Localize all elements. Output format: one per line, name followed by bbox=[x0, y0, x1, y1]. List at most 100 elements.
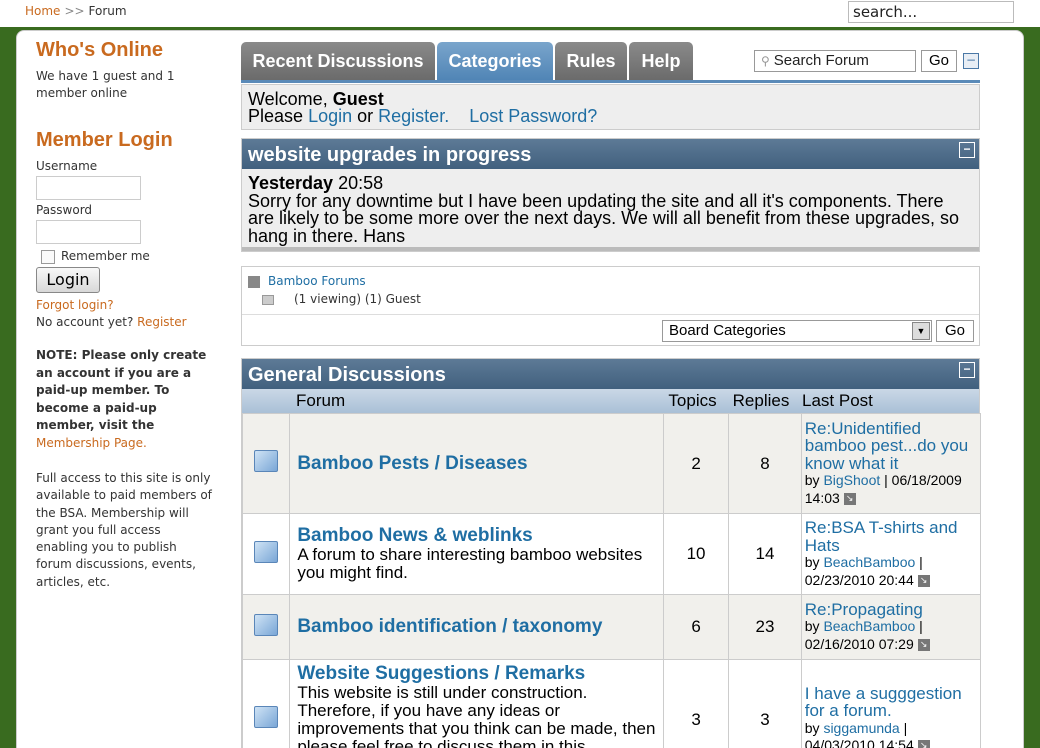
announcement-box: website upgrades in progress − Yesterday… bbox=[241, 138, 980, 252]
breadcrumb-home-link[interactable]: Home bbox=[25, 4, 60, 18]
remember-me-checkbox[interactable] bbox=[41, 249, 55, 264]
forum-table: Bamboo Pests / Diseases 2 8 Re:Unidentif… bbox=[241, 413, 982, 748]
username-field[interactable] bbox=[36, 176, 141, 200]
tab-recent-discussions[interactable]: Recent Discussions bbox=[241, 42, 435, 81]
column-forum: Forum bbox=[296, 391, 346, 410]
membership-page-link[interactable]: Membership Page. bbox=[36, 436, 147, 450]
full-access-text: Full access to this site is only availab… bbox=[36, 471, 212, 589]
goto-post-icon[interactable]: ↘ bbox=[917, 639, 930, 652]
login-button[interactable]: Login bbox=[36, 267, 100, 293]
register-link[interactable]: Register bbox=[137, 315, 186, 329]
register-link-main[interactable]: Register. bbox=[378, 106, 449, 126]
login-link[interactable]: Login bbox=[308, 106, 352, 126]
viewing-info: (1 viewing) (1) Guest bbox=[254, 292, 421, 306]
whos-online-text: We have 1 guest and 1 member online bbox=[36, 69, 175, 100]
topics-count: 6 bbox=[662, 594, 730, 660]
goto-post-icon[interactable]: ↘ bbox=[917, 740, 930, 748]
forum-folder-icon bbox=[254, 706, 279, 728]
viewing-text: (1 viewing) (1) Guest bbox=[294, 292, 421, 306]
last-post-link[interactable]: Re:Unidentified bamboo pest...do you kno… bbox=[805, 419, 969, 473]
tab-underline bbox=[241, 80, 980, 83]
member-login-title: Member Login bbox=[36, 129, 173, 151]
column-replies: Replies bbox=[732, 391, 790, 410]
forum-title-link[interactable]: Website Suggestions / Remarks bbox=[297, 664, 663, 684]
forum-folder-icon bbox=[254, 450, 279, 472]
bamboo-forums-link[interactable]: Bamboo Forums bbox=[268, 274, 366, 288]
table-row: Website Suggestions / Remarks This websit… bbox=[241, 659, 982, 748]
breadcrumb-current: Forum bbox=[88, 4, 127, 18]
announcement-title[interactable]: website upgrades in progress bbox=[248, 144, 531, 166]
last-post-user-link[interactable]: BeachBamboo bbox=[823, 618, 915, 634]
replies-count: 3 bbox=[728, 659, 802, 748]
breadcrumb: Home >> Forum bbox=[25, 4, 127, 18]
password-field[interactable] bbox=[36, 220, 141, 244]
search-icon: ⚲ bbox=[761, 54, 770, 68]
forum-folder-icon bbox=[254, 613, 279, 636]
column-header-row: Forum Topics Replies Last Post bbox=[242, 389, 979, 413]
whos-online-title: Who's Online bbox=[36, 39, 163, 61]
topics-count: 10 bbox=[662, 513, 730, 595]
collapse-icon[interactable]: − bbox=[963, 53, 979, 69]
forum-tabs: Recent Discussions Categories Rules Help… bbox=[241, 42, 980, 83]
general-discussions-box: General Discussions − Forum Topics Repli… bbox=[241, 358, 982, 748]
goto-post-icon[interactable]: ↘ bbox=[917, 574, 930, 587]
forum-title-link[interactable]: Bamboo identification / taxonomy bbox=[297, 617, 663, 637]
forum-description: This website is still under construction… bbox=[297, 683, 656, 748]
breadcrumb-separator: >> bbox=[64, 4, 85, 18]
board-categories-value: Board Categories bbox=[669, 322, 786, 339]
tab-categories[interactable]: Categories bbox=[437, 42, 553, 81]
category-header: General Discussions − bbox=[242, 359, 979, 389]
welcome-box: Welcome, Guest Please Login or Register.… bbox=[241, 84, 980, 130]
forum-folder-icon bbox=[254, 540, 279, 563]
username-label: Username bbox=[36, 159, 98, 173]
forum-description: A forum to share interesting bamboo webs… bbox=[297, 545, 643, 582]
password-label: Password bbox=[36, 203, 93, 217]
replies-count: 23 bbox=[728, 594, 802, 660]
tab-rules[interactable]: Rules bbox=[555, 42, 627, 81]
announcement-day: Yesterday bbox=[248, 173, 334, 193]
no-account-text: No account yet? bbox=[36, 315, 134, 329]
membership-note-text: NOTE: Please only create an account if y… bbox=[36, 348, 207, 432]
goto-post-icon[interactable]: ↘ bbox=[843, 493, 856, 506]
board-categories-select[interactable]: Board Categories ▼ bbox=[662, 320, 932, 342]
forum-title-link[interactable]: Bamboo Pests / Diseases bbox=[297, 453, 663, 474]
forum-icon bbox=[248, 275, 260, 288]
lost-password-link[interactable]: Lost Password? bbox=[469, 106, 597, 126]
collapse-icon[interactable]: − bbox=[959, 142, 975, 158]
board-go-button[interactable]: Go bbox=[936, 320, 974, 342]
last-post-link[interactable]: I have a sugggestion for a forum. bbox=[805, 684, 962, 721]
sidebar: Who's Online We have 1 guest and 1 membe… bbox=[36, 38, 216, 591]
by-label: by bbox=[804, 719, 820, 736]
forum-search-value: Search Forum bbox=[773, 52, 869, 69]
by-label: by bbox=[804, 554, 820, 570]
topics-count: 3 bbox=[662, 659, 730, 748]
forum-title-link[interactable]: Bamboo News & weblinks bbox=[297, 526, 663, 546]
announcement-header: website upgrades in progress − bbox=[242, 139, 979, 169]
column-topics: Topics bbox=[668, 391, 717, 410]
last-post-user-link[interactable]: BigShoot bbox=[823, 472, 880, 488]
announcement-text: Sorry for any downtime but I have been u… bbox=[248, 190, 960, 246]
last-post-user-link[interactable]: BeachBamboo bbox=[823, 554, 915, 570]
forum-search-input[interactable]: ⚲ Search Forum bbox=[754, 50, 916, 72]
replies-count: 8 bbox=[728, 413, 802, 514]
last-post-user-link[interactable]: siggamunda bbox=[823, 720, 899, 736]
collapse-icon[interactable]: − bbox=[959, 362, 975, 378]
or-text: or bbox=[357, 106, 374, 126]
forum-stats: Bamboo Forums (1 viewing) (1) Guest Boar… bbox=[241, 266, 980, 346]
table-row: Bamboo Pests / Diseases 2 8 Re:Unidentif… bbox=[241, 413, 982, 514]
last-post-link[interactable]: Re:Propagating bbox=[805, 600, 923, 619]
site-search-input[interactable]: search... bbox=[848, 1, 1014, 23]
please-text: Please bbox=[248, 106, 304, 126]
table-row: Bamboo News & weblinks A forum to share i… bbox=[241, 513, 982, 595]
table-row: Bamboo identification / taxonomy 6 23 Re… bbox=[241, 594, 982, 660]
last-post-link[interactable]: Re:BSA T-shirts and Hats bbox=[805, 518, 958, 555]
by-label: by bbox=[804, 618, 820, 635]
forum-search-go-button[interactable]: Go bbox=[921, 50, 957, 72]
category-title[interactable]: General Discussions bbox=[248, 364, 446, 386]
announcement-time: 20:58 bbox=[338, 173, 384, 193]
announcement-body: Yesterday 20:58 Sorry for any downtime b… bbox=[242, 169, 979, 251]
by-label: by bbox=[804, 472, 820, 489]
forgot-login-link[interactable]: Forgot login? bbox=[36, 298, 114, 312]
tab-help[interactable]: Help bbox=[629, 42, 693, 81]
chevron-down-icon[interactable]: ▼ bbox=[912, 322, 930, 340]
